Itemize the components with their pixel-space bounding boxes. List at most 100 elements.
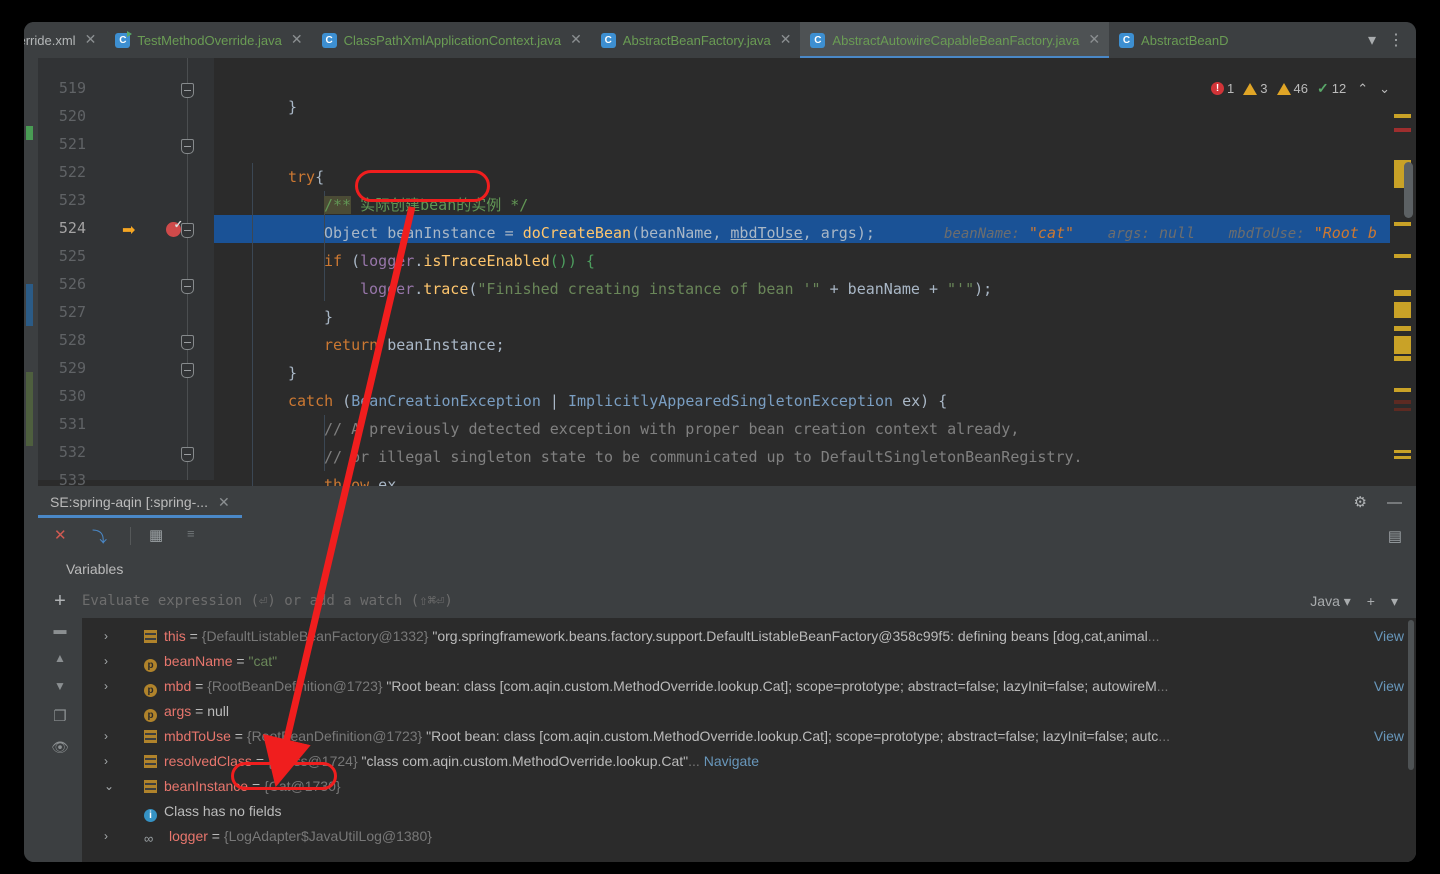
variables-scrollbar-thumb[interactable]	[1408, 620, 1414, 770]
editor-gutter[interactable]: 519 520 521 522 523 524 525 526 527 528 …	[38, 58, 214, 489]
warning-count: 3	[1260, 81, 1268, 96]
code-editor[interactable]: 519 520 521 522 523 524 525 526 527 528 …	[38, 58, 1416, 522]
tab-variables[interactable]: Variables	[52, 554, 137, 584]
editor-tab-0[interactable]: verride.xml ✕	[24, 22, 105, 58]
variable-row-beanName[interactable]: › p beanName = "cat"	[82, 649, 1416, 674]
mute-breakpoints-icon[interactable]: ✕	[54, 526, 74, 546]
variable-name: mbdToUse	[164, 728, 231, 744]
code-line-524: if (logger.isTraceEnabled()) {	[324, 252, 595, 270]
close-icon[interactable]: ✕	[291, 33, 303, 47]
fold-marker[interactable]	[181, 363, 194, 378]
variable-row-args[interactable]: p args = null	[82, 699, 1416, 724]
fold-marker[interactable]	[181, 335, 194, 350]
variable-row-mbd[interactable]: › p mbd = {RootBeanDefinition@1723} "Root…	[82, 674, 1416, 699]
editor-tab-3[interactable]: C AbstractBeanFactory.java ✕	[591, 22, 801, 58]
navigate-link[interactable]: Navigate	[704, 753, 759, 769]
fold-marker[interactable]	[181, 447, 194, 462]
debugger-toolbar[interactable]: ✕ ⤵ ▦ ≡ ▤	[38, 518, 1416, 554]
chevron-down-icon[interactable]: ▾	[1368, 30, 1376, 50]
close-icon[interactable]: ✕	[1088, 33, 1100, 47]
editor-marker-bar[interactable]	[1390, 94, 1416, 516]
code-line-525: logger.trace("Finished creating instance…	[360, 280, 993, 298]
evaluate-expression-input[interactable]: Evaluate expression (⏎) or add a watch (…	[82, 584, 1310, 618]
expand-icon[interactable]: ▾	[1391, 593, 1398, 610]
view-link[interactable]: View	[1374, 724, 1404, 749]
close-icon[interactable]: ✕	[780, 33, 792, 47]
show-as-table-icon[interactable]: ▦	[149, 526, 169, 546]
gear-icon[interactable]: ⚙	[1354, 493, 1367, 511]
expand-chevron-icon[interactable]: ›	[104, 624, 120, 649]
move-up-icon[interactable]: ▲	[54, 651, 66, 665]
code-content[interactable]: } try{ /** 实际创建bean的实例 */ Object beanIns…	[214, 58, 1416, 522]
ok-group[interactable]: ✓ 12	[1317, 80, 1346, 97]
ok-count: 12	[1331, 81, 1347, 96]
copy-icon[interactable]: ❐	[53, 707, 66, 725]
variable-name: beanName	[164, 653, 233, 669]
expand-chevron-icon[interactable]: ›	[104, 749, 120, 774]
marker	[1394, 290, 1411, 296]
expand-chevron-icon[interactable]: ›	[104, 649, 120, 674]
variable-row-this[interactable]: › this = {DefaultListableBeanFactory@133…	[82, 624, 1416, 649]
editor-tab-bar[interactable]: verride.xml ✕ C TestMethodOverride.java …	[24, 22, 1416, 58]
close-icon[interactable]: ✕	[218, 494, 230, 511]
view-link[interactable]: View	[1374, 674, 1404, 699]
prev-problem-icon[interactable]: ⌃	[1357, 81, 1368, 97]
move-down-icon[interactable]: ▼	[54, 679, 66, 693]
evaluate-expression-bar[interactable]: + Evaluate expression (⏎) or add a watch…	[38, 584, 1416, 618]
breakpoint-icon[interactable]	[166, 218, 183, 237]
debugger-body[interactable]: Variables + Evaluate expression (⏎) or a…	[38, 554, 1416, 862]
error-group[interactable]: ! 1	[1211, 81, 1234, 96]
strip-marker-blue	[26, 284, 33, 326]
editor-tab-5[interactable]: C AbstractBeanD	[1109, 22, 1237, 58]
close-icon[interactable]: ✕	[85, 33, 97, 47]
collapse-icon[interactable]: ▬	[54, 622, 67, 637]
close-icon[interactable]: ✕	[570, 33, 582, 47]
debugger-tab-bar[interactable]: SE:spring-aqin [:spring-... ✕ ⚙ —	[38, 486, 1416, 518]
language-selector[interactable]: Java ▾	[1310, 593, 1351, 610]
variable-name: this	[164, 628, 186, 644]
variable-value: null	[207, 703, 229, 719]
indent-guide	[252, 163, 253, 493]
debugger-tool-window[interactable]: SE:spring-aqin [:spring-... ✕ ⚙ — ✕ ⤵ ▦ …	[38, 486, 1416, 862]
editor-tab-4-active[interactable]: C AbstractAutowireCapableBeanFactory.jav…	[800, 22, 1110, 58]
layout-settings-icon[interactable]: ▤	[1388, 527, 1416, 545]
next-problem-icon[interactable]: ⌄	[1379, 81, 1390, 97]
truncation-ellipsis: ...	[688, 753, 700, 769]
left-tool-strip[interactable]	[24, 22, 38, 862]
variable-row-logger[interactable]: › ∞ logger = {LogAdapter$JavaUtilLog@1380…	[82, 824, 1416, 849]
collapse-chevron-icon[interactable]: ⌄	[104, 774, 120, 799]
editor-tab-1[interactable]: C TestMethodOverride.java ✕	[105, 22, 311, 58]
more-options-icon[interactable]: ⋮	[1388, 30, 1404, 50]
inspection-widget[interactable]: ! 1 3 46 ✓ 12 ⌃ ⌄	[1211, 80, 1390, 97]
expand-chevron-icon[interactable]: ›	[104, 674, 120, 699]
variable-row-mbdToUse[interactable]: › mbdToUse = {RootBeanDefinition@1723} "…	[82, 724, 1416, 749]
add-watch-icon[interactable]: +	[1367, 593, 1375, 609]
eval-bar-actions[interactable]: Java ▾ + ▾	[1310, 593, 1416, 610]
evaluate-expression-icon[interactable]: ⤵	[92, 526, 112, 546]
expand-chevron-icon[interactable]: ›	[104, 724, 120, 749]
sort-values-icon[interactable]: ≡	[187, 526, 207, 546]
variable-value: "class com.aqin.custom.MethodOverride.lo…	[357, 753, 689, 769]
variables-tree[interactable]: › this = {DefaultListableBeanFactory@133…	[82, 618, 1416, 862]
editor-scrollbar-thumb[interactable]	[1404, 162, 1413, 218]
view-link[interactable]: View	[1374, 624, 1404, 649]
variables-side-actions[interactable]: ▬ ▲ ▼ ❐ 👁	[38, 618, 82, 862]
editor-tab-2[interactable]: C ClassPathXmlApplicationContext.java ✕	[312, 22, 591, 58]
add-watch-button[interactable]: +	[38, 590, 82, 613]
tab-variables-label: Variables	[66, 561, 124, 577]
minimize-icon[interactable]: —	[1387, 494, 1402, 511]
fold-marker[interactable]	[181, 139, 194, 154]
debug-session-tab[interactable]: SE:spring-aqin [:spring-... ✕	[38, 486, 242, 518]
warning-group[interactable]: 3	[1243, 81, 1268, 96]
watch-eye-icon[interactable]: 👁	[51, 739, 69, 756]
debugger-window-actions[interactable]: ⚙ —	[1354, 493, 1416, 512]
expand-chevron-icon[interactable]: ›	[104, 824, 120, 849]
tab-bar-actions[interactable]: ▾ ⋮	[1356, 22, 1416, 58]
weak-warning-group[interactable]: 46	[1276, 81, 1308, 96]
error-icon: !	[1211, 82, 1225, 95]
code-line-523: Object beanInstance = doCreateBean(beanN…	[324, 224, 875, 242]
fold-marker[interactable]	[181, 279, 194, 294]
variable-name: logger	[169, 828, 208, 844]
fold-marker[interactable]	[181, 83, 194, 98]
marker	[1394, 222, 1411, 226]
